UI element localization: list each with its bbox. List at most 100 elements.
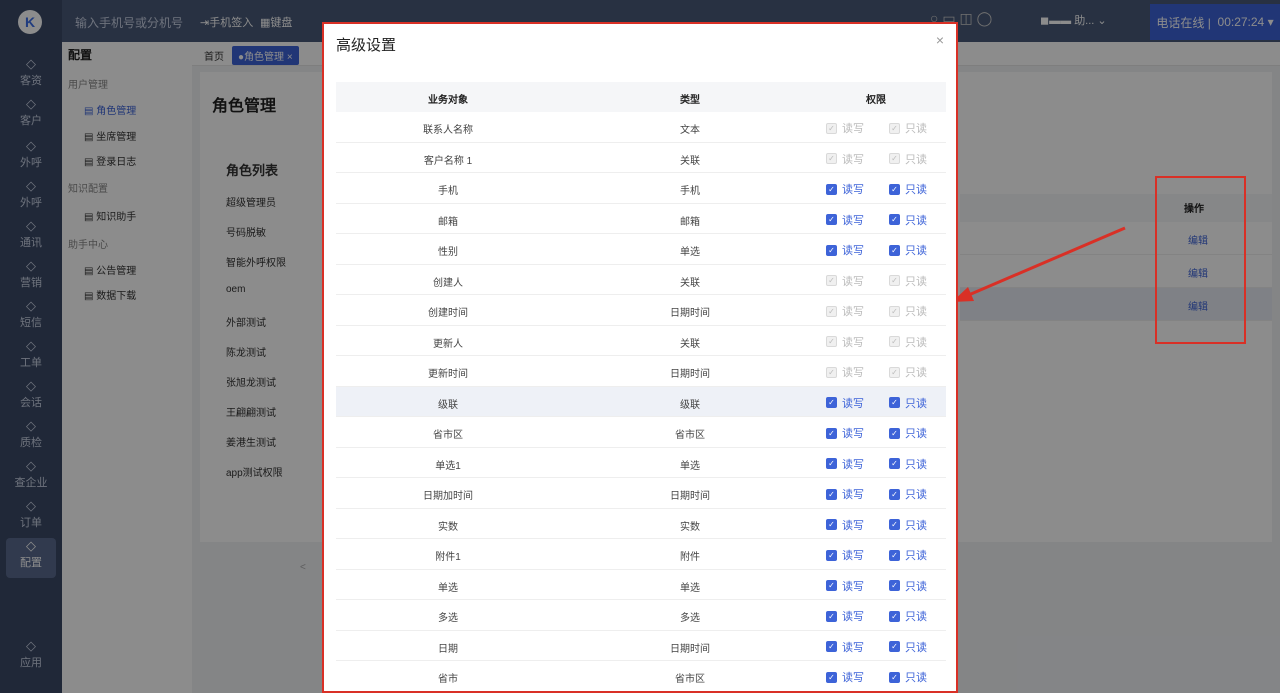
read-only-checkbox[interactable]: ✓ 只读	[889, 608, 927, 624]
read-only-checkbox[interactable]: ✓ 只读	[889, 578, 927, 594]
checkbox-check-icon: ✓	[889, 519, 900, 530]
read-only-checkbox[interactable]: ✓ 只读	[889, 212, 927, 228]
table-row: 单选1 单选 ✓ 读写 ✓ 只读	[336, 448, 946, 478]
read-write-checkbox[interactable]: ✓ 读写	[826, 578, 864, 594]
checkbox-check-icon: ✓	[889, 336, 900, 347]
object-name: 单选1	[435, 460, 461, 472]
checkbox-check-icon: ✓	[826, 580, 837, 591]
checkbox-label: 读写	[842, 611, 864, 623]
read-only-checkbox[interactable]: ✓ 只读	[889, 181, 927, 197]
close-icon[interactable]: ×	[936, 32, 944, 48]
object-name: 多选	[438, 613, 458, 624]
header-type: 类型	[680, 95, 700, 106]
checkbox-label: 只读	[905, 245, 927, 257]
object-name: 日期加时间	[423, 491, 473, 502]
read-write-checkbox[interactable]: ✓ 读写	[826, 242, 864, 258]
checkbox-label: 读写	[842, 367, 864, 379]
checkbox-check-icon: ✓	[889, 397, 900, 408]
checkbox-label: 读写	[842, 428, 864, 440]
object-name: 创建时间	[428, 308, 468, 319]
checkbox-check-icon: ✓	[889, 458, 900, 469]
read-write-checkbox[interactable]: ✓ 读写	[826, 547, 864, 563]
checkbox-label: 只读	[905, 275, 927, 288]
read-write-checkbox[interactable]: ✓ 读写	[826, 669, 864, 685]
checkbox-label: 只读	[905, 519, 927, 532]
table-row: 多选 多选 ✓ 读写 ✓ 只读	[336, 600, 946, 631]
checkbox-check-icon: ✓	[826, 244, 837, 256]
table-row: 客户名称 1 关联 ✓ 读写 ✓ 只读	[336, 143, 946, 173]
table-row: 联系人名称 文本 ✓ 读写 ✓ 只读	[336, 112, 946, 143]
object-name: 实数	[438, 521, 458, 533]
read-only-checkbox[interactable]: ✓ 只读	[889, 456, 927, 472]
checkbox-check-icon: ✓	[889, 641, 900, 652]
read-write-checkbox: ✓ 读写	[826, 334, 864, 350]
read-write-checkbox[interactable]: ✓ 读写	[826, 639, 864, 655]
checkbox-check-icon: ✓	[826, 336, 837, 347]
read-write-checkbox[interactable]: ✓ 读写	[826, 395, 864, 411]
checkbox-label: 读写	[842, 336, 864, 349]
table-row: 创建时间 日期时间 ✓ 读写 ✓ 只读	[336, 295, 946, 326]
checkbox-check-icon: ✓	[889, 122, 900, 134]
read-only-checkbox[interactable]: ✓ 只读	[889, 547, 927, 563]
checkbox-check-icon: ✓	[826, 397, 837, 408]
object-name: 手机	[438, 186, 458, 197]
read-write-checkbox[interactable]: ✓ 读写	[826, 517, 864, 533]
read-only-checkbox[interactable]: ✓ 只读	[889, 517, 927, 533]
read-write-checkbox[interactable]: ✓ 读写	[826, 456, 864, 472]
read-write-checkbox[interactable]: ✓ 读写	[826, 212, 864, 228]
read-write-checkbox: ✓ 读写	[826, 120, 864, 136]
read-only-checkbox[interactable]: ✓ 只读	[889, 486, 927, 502]
object-type: 省市区	[675, 674, 705, 685]
object-type: 实数	[680, 521, 700, 533]
checkbox-label: 只读	[905, 611, 927, 623]
checkbox-check-icon: ✓	[889, 305, 900, 317]
read-only-checkbox[interactable]: ✓ 只读	[889, 639, 927, 655]
checkbox-label: 读写	[842, 458, 864, 471]
read-write-checkbox: ✓ 读写	[826, 303, 864, 319]
read-write-checkbox[interactable]: ✓ 读写	[826, 181, 864, 197]
checkbox-label: 读写	[842, 184, 864, 196]
checkbox-label: 读写	[842, 123, 864, 135]
checkbox-check-icon: ✓	[826, 671, 837, 683]
object-type: 日期时间	[670, 369, 710, 380]
object-name: 更新人	[433, 338, 463, 350]
checkbox-check-icon: ✓	[889, 214, 900, 225]
checkbox-label: 只读	[905, 580, 927, 593]
read-write-checkbox: ✓ 读写	[826, 273, 864, 289]
table-header: 业务对象 类型 权限	[336, 82, 946, 112]
object-type: 日期时间	[670, 308, 710, 319]
read-only-checkbox[interactable]: ✓ 只读	[889, 669, 927, 685]
table-row: 创建人 关联 ✓ 读写 ✓ 只读	[336, 265, 946, 295]
object-type: 多选	[680, 613, 700, 624]
header-object: 业务对象	[428, 95, 468, 106]
table-row: 手机 手机 ✓ 读写 ✓ 只读	[336, 173, 946, 204]
checkbox-label: 读写	[842, 214, 864, 227]
checkbox-check-icon: ✓	[826, 214, 837, 225]
read-only-checkbox[interactable]: ✓ 只读	[889, 425, 927, 441]
table-row: 更新人 关联 ✓ 读写 ✓ 只读	[336, 326, 946, 356]
read-write-checkbox[interactable]: ✓ 读写	[826, 608, 864, 624]
dialog-title: 高级设置	[336, 37, 397, 54]
checkbox-label: 读写	[842, 245, 864, 257]
read-write-checkbox[interactable]: ✓ 读写	[826, 486, 864, 502]
table-row: 邮箱 邮箱 ✓ 读写 ✓ 只读	[336, 204, 946, 234]
object-type: 单选	[680, 460, 700, 472]
read-only-checkbox: ✓ 只读	[889, 151, 927, 167]
read-only-checkbox[interactable]: ✓ 只读	[889, 242, 927, 258]
table-row: 单选 单选 ✓ 读写 ✓ 只读	[336, 570, 946, 600]
object-type: 日期时间	[670, 643, 710, 655]
object-name: 邮箱	[438, 216, 458, 228]
table-row: 级联 级联 ✓ 读写 ✓ 只读	[336, 386, 946, 417]
checkbox-label: 只读	[905, 367, 927, 379]
checkbox-label: 读写	[842, 306, 864, 318]
read-only-checkbox: ✓ 只读	[889, 120, 927, 136]
object-type: 手机	[680, 186, 700, 197]
read-write-checkbox[interactable]: ✓ 读写	[826, 425, 864, 441]
object-name: 客户名称 1	[423, 155, 473, 167]
checkbox-label: 读写	[842, 519, 864, 532]
read-only-checkbox[interactable]: ✓ 只读	[889, 395, 927, 411]
checkbox-label: 读写	[842, 153, 864, 166]
checkbox-label: 只读	[905, 184, 927, 196]
checkbox-label: 读写	[842, 550, 864, 562]
object-name: 级联	[438, 399, 458, 411]
